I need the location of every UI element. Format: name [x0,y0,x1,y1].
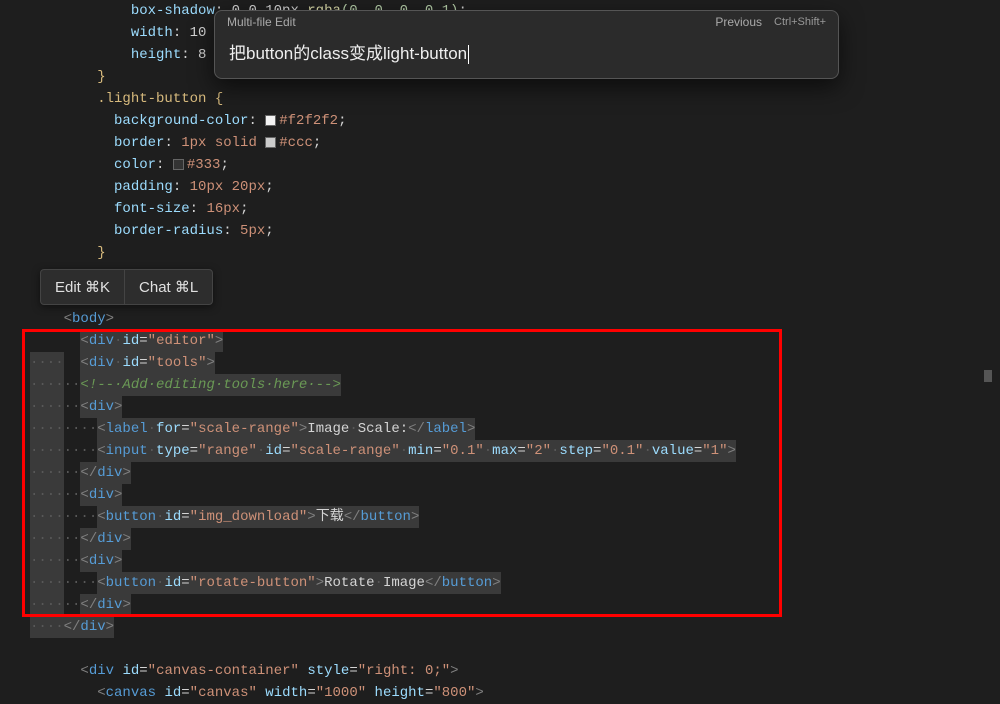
code-line[interactable]: ······<div> [0,484,1000,506]
code-line[interactable]: ······<!--·Add·editing·tools·here·--> [0,374,1000,396]
code-line[interactable]: <canvas id="canvas" width="1000" height=… [0,682,1000,704]
dialog-title: Multi-file Edit [227,15,296,29]
dialog-previous[interactable]: Previous [715,15,762,29]
code-line[interactable]: ········<button·id="img_download">下载</bu… [0,506,1000,528]
dialog-input-text: 把button的class变成light-button [229,44,467,63]
dialog-shortcut: Ctrl+Shift+ [774,16,826,28]
code-line[interactable]: ······</div> [0,528,1000,550]
code-line[interactable]: color: #333; [0,154,1000,176]
code-line[interactable]: font-size: 16px; [0,198,1000,220]
color-swatch [265,115,276,126]
dialog-input[interactable]: 把button的class变成light-button [215,29,838,78]
code-line[interactable]: <body> [0,308,1000,330]
code-line[interactable]: <div·id="editor"> [0,330,1000,352]
code-line[interactable]: padding: 10px 20px; [0,176,1000,198]
text-cursor [468,45,469,64]
code-line[interactable]: <div id="canvas-container" style="right:… [0,660,1000,682]
code-line[interactable]: ······</div> [0,462,1000,484]
code-line[interactable]: ········<input·type="range"·id="scale-ra… [0,440,1000,462]
dialog-header: Multi-file Edit Previous Ctrl+Shift+ [215,11,838,29]
code-line[interactable]: background-color: #f2f2f2; [0,110,1000,132]
code-line[interactable]: ········<button·id="rotate-button">Rotat… [0,572,1000,594]
minimap-indicator[interactable] [984,370,992,382]
code-line[interactable]: border: 1px solid #ccc; [0,132,1000,154]
code-line[interactable] [0,638,1000,660]
ai-edit-dialog[interactable]: Multi-file Edit Previous Ctrl+Shift+ 把bu… [214,10,839,79]
chat-action[interactable]: Chat ⌘L [125,270,212,304]
color-swatch [173,159,184,170]
code-line[interactable]: } [0,242,1000,264]
code-line[interactable]: .light-button { [0,88,1000,110]
edit-action[interactable]: Edit ⌘K [41,270,125,304]
code-line[interactable]: ········<label·for="scale-range">Image·S… [0,418,1000,440]
code-line[interactable]: ······<div> [0,396,1000,418]
code-line[interactable]: ······</div> [0,594,1000,616]
code-line[interactable]: ···· <div·id="tools"> [0,352,1000,374]
action-popup: Edit ⌘K Chat ⌘L [40,269,213,305]
color-swatch [265,137,276,148]
code-line[interactable]: ····</div> [0,616,1000,638]
code-line[interactable]: ······<div> [0,550,1000,572]
code-editor[interactable]: box-shadow: 0 0 10px rgba(0, 0, 0, 0.1);… [0,0,1000,704]
code-line[interactable]: border-radius: 5px; [0,220,1000,242]
